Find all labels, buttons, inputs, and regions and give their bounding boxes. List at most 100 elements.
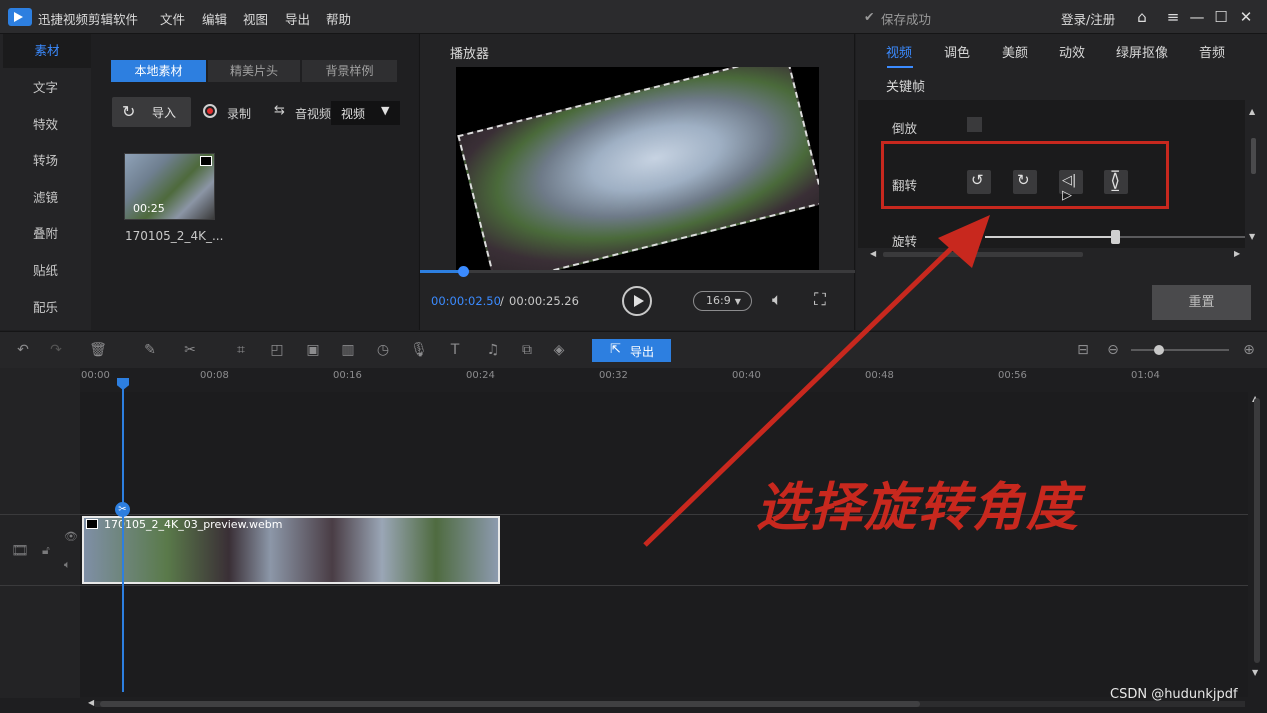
playback-progress-fill (420, 270, 464, 273)
aspect-ratio-value: 16:9 (706, 294, 731, 307)
playback-progress-track[interactable] (420, 270, 855, 273)
zoom-in-icon[interactable]: ⊕ (1240, 341, 1258, 359)
ruler-label: 00:40 (732, 370, 761, 381)
resize-icon[interactable]: ◰ (268, 341, 286, 359)
menu-file[interactable]: 文件 (160, 9, 185, 28)
volume-icon[interactable]: 🔈︎ (772, 290, 782, 310)
tab-transitions[interactable]: 转场 (0, 144, 91, 178)
tab-beauty[interactable]: 美颜 (1002, 42, 1028, 61)
scroll-right-icon[interactable]: ▶ (1234, 249, 1240, 258)
chart-icon[interactable]: ▥ (339, 341, 357, 359)
subtab-backgrounds[interactable]: 背景样例 (302, 60, 397, 82)
menu-edit[interactable]: 编辑 (202, 9, 227, 28)
edit-icon[interactable]: ✎ (141, 341, 159, 359)
tab-filters[interactable]: 滤镜 (0, 181, 91, 215)
undo-icon[interactable]: ↶ (14, 341, 32, 359)
tab-keyframe[interactable]: 关键帧 (886, 76, 925, 95)
reverse-label: 倒放 (892, 121, 918, 136)
tab-material[interactable]: 素材 (3, 34, 91, 68)
split-icon[interactable]: ✂ (181, 341, 199, 359)
scroll-down-icon[interactable]: ▼ (1252, 668, 1258, 677)
scroll-down-icon[interactable]: ▼ (1249, 232, 1255, 241)
annotation-text: 选择旋转角度 (756, 478, 1081, 538)
reset-button[interactable]: 重置 (1152, 285, 1251, 320)
tab-overlay[interactable]: 叠附 (0, 217, 91, 251)
minimize-icon[interactable]: — (1188, 8, 1206, 26)
total-time: 00:00:25.26 (509, 294, 579, 308)
tab-audio[interactable]: 音频 (1199, 42, 1225, 61)
tab-motion[interactable]: 动效 (1059, 42, 1085, 61)
import-button[interactable]: ↻ 导入 (112, 97, 191, 127)
rotate-slider-knob[interactable] (1111, 230, 1120, 244)
thumb-duration: 00:25 (133, 202, 165, 215)
menu-export[interactable]: 导出 (285, 9, 310, 28)
split-marker-icon[interactable]: ✂ (115, 502, 130, 517)
active-tab-underline (887, 66, 913, 68)
rotate-label: 旋转 (892, 234, 918, 249)
subtab-intros[interactable]: 精美片头 (208, 60, 300, 82)
ruler-label: 01:04 (1131, 370, 1160, 381)
tab-greenscreen[interactable]: 绿屏抠像 (1116, 42, 1168, 61)
tab-stickers[interactable]: 贴纸 (0, 254, 91, 288)
speaker-icon[interactable]: 🔈︎ (64, 558, 71, 572)
chevron-down-icon: ▼ (734, 297, 741, 306)
player-title: 播放器 (450, 47, 490, 62)
timeline-ruler[interactable] (80, 368, 1267, 392)
redo-icon[interactable]: ↷ (47, 341, 65, 359)
props-hscrollbar[interactable] (883, 252, 1083, 257)
fullscreen-icon[interactable]: ⛶ (814, 290, 826, 310)
subtab-local-media[interactable]: 本地素材 (111, 60, 206, 82)
record-button[interactable]: 录制 (227, 105, 251, 122)
zoom-slider-knob[interactable] (1154, 345, 1164, 355)
video-preview[interactable] (456, 67, 819, 270)
playhead[interactable] (122, 380, 124, 692)
text-tool-icon[interactable]: T (446, 341, 464, 359)
media-type-select[interactable]: 视频 ▼ (331, 101, 400, 125)
tab-color[interactable]: 调色 (944, 42, 970, 61)
scroll-left-icon[interactable]: ◀ (88, 698, 94, 707)
home-icon[interactable]: ⌂ (1133, 8, 1151, 26)
copy-icon[interactable]: ⧉ (518, 341, 536, 359)
mic-icon[interactable]: 🎙︎ (410, 341, 428, 359)
keyframe-icon[interactable]: ◈ (550, 341, 568, 359)
scroll-up-icon[interactable]: ▲ (1249, 107, 1255, 116)
lock-icon[interactable]: 🔓︎ (42, 543, 50, 558)
export-button[interactable]: ⇱ 导出 (592, 339, 671, 362)
delete-icon[interactable]: 🗑︎ (89, 341, 107, 359)
props-scrollbar[interactable] (1251, 138, 1256, 174)
playback-progress-knob[interactable] (458, 266, 470, 277)
tab-video[interactable]: 视频 (886, 42, 912, 61)
timeline-vscrollbar[interactable] (1254, 398, 1260, 663)
audio-detach-icon[interactable]: ♫ (484, 341, 502, 359)
tab-music[interactable]: 配乐 (0, 291, 91, 325)
zoom-slider-track[interactable] (1131, 349, 1229, 351)
crop-icon[interactable]: ⌗ (232, 341, 250, 359)
annotation-highlight-box (881, 141, 1169, 209)
tab-text[interactable]: 文字 (0, 71, 91, 105)
menu-view[interactable]: 视图 (243, 9, 268, 28)
eye-icon[interactable]: 👁︎ (64, 530, 78, 543)
current-time: 00:00:02.50 (431, 294, 501, 308)
tab-effects[interactable]: 特效 (0, 108, 91, 142)
reverse-checkbox[interactable] (967, 117, 982, 132)
fit-timeline-icon[interactable]: ⊟ (1074, 341, 1092, 359)
speed-icon[interactable]: ◷ (374, 341, 392, 359)
scroll-left-icon[interactable]: ◀ (870, 249, 876, 258)
menu-help[interactable]: 帮助 (326, 9, 351, 28)
menu-icon[interactable]: ≡ (1164, 8, 1182, 26)
maximize-icon[interactable]: ☐ (1212, 8, 1230, 26)
media-thumbnail[interactable]: 00:25 (124, 153, 215, 220)
play-button[interactable] (622, 286, 652, 316)
login-link[interactable]: 登录/注册 (1061, 9, 1115, 28)
aspect-ratio-select[interactable]: 16:9 ▼ (693, 291, 752, 311)
media-panel: 本地素材 精美片头 背景样例 ↻ 导入 录制 ⇆ 音视频 视频 ▼ 00:25 … (91, 34, 418, 330)
record-icon[interactable] (203, 104, 217, 118)
zoom-out-icon[interactable]: ⊖ (1104, 341, 1122, 359)
rotated-video-frame (457, 67, 819, 270)
timeline-hscroll-thumb[interactable] (100, 701, 920, 707)
close-icon[interactable]: ✕ (1237, 8, 1255, 26)
ruler-label: 00:24 (466, 370, 495, 381)
app-logo-icon (8, 8, 32, 26)
mosaic-icon[interactable]: ▣ (304, 341, 322, 359)
audio-video-label[interactable]: 音视频 (295, 105, 331, 122)
